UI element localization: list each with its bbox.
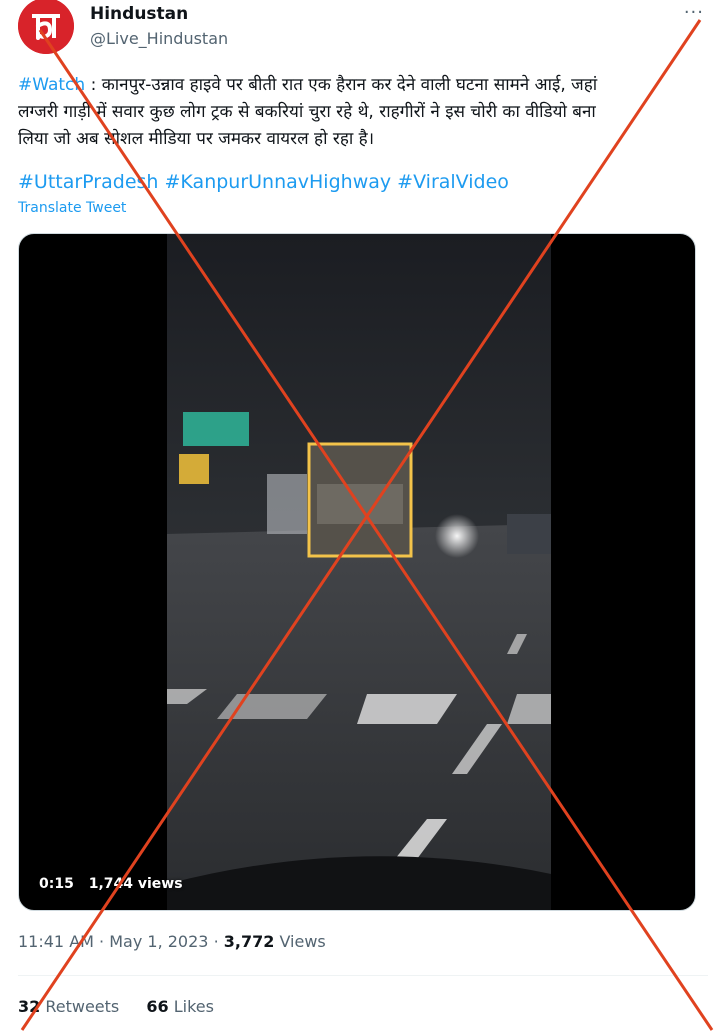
video-duration: 0:15 [39,876,74,892]
tweet-screenshot: Hindustan @Live_Hindustan ··· #Watch : क… [0,0,720,1034]
likes-label: Likes [173,997,214,1016]
more-options-icon[interactable]: ··· [684,2,704,23]
tweet-text-line-1-rest: : कानपुर-उन्नाव हाइवे पर बीती रात एक हैर… [85,75,598,95]
meta-separator: · [99,932,105,951]
tweet-text-line-2: लग्जरी गाड़ी में सवार कुछ लोग ट्रक से बक… [18,102,596,122]
likes-count: 66 [146,997,169,1016]
retweets-stat[interactable]: 32 Retweets [18,997,119,1016]
tweet-stats: 32 Retweets 66 Likes [18,997,236,1016]
highway-night-scene [167,234,551,910]
tweet-header: Hindustan @Live_Hindustan ··· [18,0,708,56]
tweet-date[interactable]: May 1, 2023 [109,932,208,951]
account-handle[interactable]: @Live_Hindustan [90,29,228,48]
divider [18,975,708,976]
views-count: 3,772 [223,932,275,951]
avatar[interactable] [18,0,74,54]
hashtag-list: #UttarPradesh #KanpurUnnavHighway #Viral… [18,171,509,193]
tweet-text-line-3: लिया जो अब सोशल मीडिया पर जमकर वायरल हो … [18,129,375,149]
views-label: Views [279,932,326,951]
tweet-meta: 11:41 AM · May 1, 2023 · 3,772 Views [18,932,326,951]
tweet-time[interactable]: 11:41 AM [18,932,94,951]
tweet-text: #Watch : कानपुर-उन्नाव हाइवे पर बीती रात… [18,72,708,153]
account-name[interactable]: Hindustan [90,4,188,24]
hashtag-kanpurunnavhighway[interactable]: #KanpurUnnavHighway [165,171,392,193]
retweets-count: 32 [18,997,41,1016]
tweet-text-line-1: #Watch : कानपुर-उन्नाव हाइवे पर बीती रात… [18,72,708,99]
translate-tweet-link[interactable]: Translate Tweet [18,200,126,216]
video-info: 0:15 1,744 views [39,876,193,892]
hashtag-viralvideo[interactable]: #ViralVideo [397,171,509,193]
video-player[interactable]: 0:15 1,744 views [18,233,696,911]
hashtag-watch[interactable]: #Watch [18,75,85,95]
likes-stat[interactable]: 66 Likes [146,997,214,1016]
video-frame [167,234,551,910]
hindustan-logo-icon [18,0,74,54]
hashtag-uttarpradesh[interactable]: #UttarPradesh [18,171,158,193]
video-views: 1,744 views [88,876,183,892]
meta-separator-2: · [213,932,219,951]
retweets-label: Retweets [45,997,120,1016]
